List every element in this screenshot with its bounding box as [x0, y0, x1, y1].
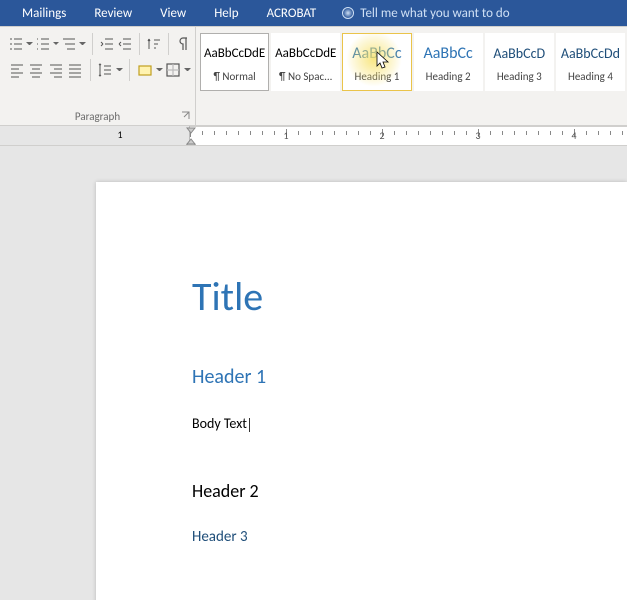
- style-preview: AaBbCc: [352, 42, 401, 66]
- style-label: ¶ Normal: [201, 70, 268, 83]
- style-preview: AaBbCcDdE: [204, 42, 265, 66]
- tell-me-text: Tell me what you want to do: [360, 6, 509, 21]
- justify-icon[interactable]: [66, 60, 83, 80]
- indent-marker-icon[interactable]: [186, 126, 196, 146]
- align-left-icon[interactable]: [8, 60, 25, 80]
- dropdown-caret-icon[interactable]: [53, 40, 59, 48]
- ruler-body: 12345: [190, 126, 627, 145]
- separator: [139, 33, 140, 55]
- numbering-icon[interactable]: [35, 34, 51, 54]
- dropdown-caret-icon[interactable]: [79, 40, 85, 48]
- separator: [90, 59, 91, 81]
- dropdown-caret-icon[interactable]: [26, 40, 32, 48]
- style-label: Heading 2: [415, 70, 482, 83]
- style-label: Heading 1: [343, 70, 410, 83]
- dropdown-caret-icon[interactable]: [156, 66, 163, 74]
- ruler-number: 4: [571, 129, 576, 142]
- style---no-spac---[interactable]: AaBbCcDdE ¶ No Spac...: [271, 33, 340, 91]
- lightbulb-icon: [342, 7, 354, 19]
- align-right-icon[interactable]: [47, 60, 64, 80]
- paragraph-label-text: Paragraph: [75, 110, 120, 123]
- style-label: Heading 4: [557, 70, 624, 83]
- style-heading-3[interactable]: AaBbCcD Heading 3: [485, 33, 554, 91]
- tab-mailings[interactable]: Mailings: [8, 2, 80, 25]
- multilevel-list-icon[interactable]: [61, 34, 77, 54]
- document-area: Title Header 1 Body Text Header 2 Header…: [0, 146, 627, 600]
- align-center-icon[interactable]: [27, 60, 44, 80]
- style-preview: AaBbCcD: [493, 42, 545, 66]
- increase-indent-icon[interactable]: [117, 34, 133, 54]
- bullets-icon[interactable]: [8, 34, 24, 54]
- doc-heading-1[interactable]: Header 1: [192, 365, 627, 389]
- doc-body-text[interactable]: Body Text: [192, 415, 627, 432]
- ruler-number: 2: [379, 129, 384, 142]
- style-preview: AaBbCcDd: [561, 42, 620, 66]
- style-label: ¶ No Spac...: [272, 70, 339, 83]
- horizontal-ruler[interactable]: 1 12345: [0, 126, 627, 146]
- dropdown-caret-icon[interactable]: [116, 66, 123, 74]
- separator: [168, 33, 169, 55]
- ruler-number: 3: [475, 129, 480, 142]
- doc-title[interactable]: Title: [192, 272, 627, 321]
- line-spacing-icon[interactable]: [97, 60, 114, 80]
- ruler-number: 1: [117, 128, 122, 141]
- decrease-indent-icon[interactable]: [99, 34, 115, 54]
- title-tabs-bar: Mailings Review View Help ACROBAT Tell m…: [0, 0, 627, 26]
- style-heading-2[interactable]: AaBbCc Heading 2: [414, 33, 483, 91]
- sort-icon[interactable]: [146, 34, 162, 54]
- style-heading-1[interactable]: AaBbCc Heading 1: [342, 33, 411, 91]
- tell-me-box[interactable]: Tell me what you want to do: [342, 6, 509, 21]
- ribbon: Paragraph AaBbCcDdE ¶ Normal AaBbCcDdE ¶ No…: [0, 26, 627, 126]
- dropdown-caret-icon[interactable]: [184, 66, 191, 74]
- style-preview: AaBbCc: [423, 42, 472, 66]
- paragraph-group: Paragraph: [0, 27, 196, 125]
- ruler-number: 1: [283, 129, 288, 142]
- style-preview: AaBbCcDdE: [275, 42, 336, 66]
- style---normal[interactable]: AaBbCcDdE ¶ Normal: [200, 33, 269, 91]
- style-label: Heading 3: [486, 70, 553, 83]
- dialog-launcher-icon[interactable]: [181, 111, 191, 121]
- show-hide-pilcrow-icon[interactable]: [175, 34, 191, 54]
- style-heading-4[interactable]: AaBbCcDd Heading 4: [556, 33, 625, 91]
- shading-icon[interactable]: [136, 60, 153, 80]
- doc-heading-2[interactable]: Header 2: [192, 480, 627, 502]
- ruler-margin-area: 1: [0, 126, 190, 145]
- tab-view[interactable]: View: [146, 2, 200, 25]
- doc-heading-3[interactable]: Header 3: [192, 528, 627, 546]
- separator: [92, 33, 93, 55]
- document-page[interactable]: Title Header 1 Body Text Header 2 Header…: [96, 182, 627, 600]
- tab-acrobat[interactable]: ACROBAT: [253, 2, 331, 25]
- tab-review[interactable]: Review: [80, 2, 146, 25]
- styles-gallery[interactable]: AaBbCcDdE¶ NormalAaBbCcDdE¶ No Spac...Aa…: [196, 27, 627, 125]
- separator: [129, 59, 130, 81]
- paragraph-group-label: Paragraph: [0, 110, 195, 123]
- tab-help[interactable]: Help: [200, 2, 252, 25]
- borders-icon[interactable]: [165, 60, 182, 80]
